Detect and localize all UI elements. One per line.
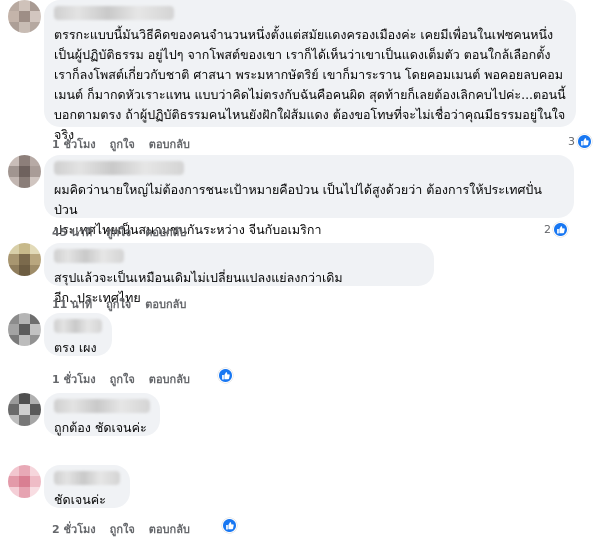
commenter-name[interactable] (54, 471, 120, 485)
comment-actions: 45 นาที ถูกใจ ตอบกลับ (52, 223, 186, 241)
comment-text: ถูกต้อง ชัดเจนค่ะ (54, 420, 147, 435)
like-thumb-icon (218, 368, 233, 383)
comment-bubble: ผมคิดว่านายใหญ่ไม่ต้องการชนะเป้าหมายคือป… (44, 155, 574, 237)
reply-button[interactable]: ตอบกลับ (145, 223, 186, 241)
comment-time[interactable]: 45 นาที (52, 223, 92, 241)
comment-actions: 1 ชั่วโมง ถูกใจ ตอบกลับ (52, 370, 190, 388)
reply-button[interactable]: ตอบกลับ (145, 295, 186, 313)
comment-actions: 1 ชั่วโมง ถูกใจ ตอบกลับ (52, 135, 190, 153)
comment-time[interactable]: 11 นาที (52, 295, 92, 313)
comment-text: ตรง เผง (54, 340, 97, 355)
comment-bubble: ชัดเจนค่ะ (44, 465, 130, 508)
comment-actions: 11 นาที ถูกใจ ตอบกลับ (52, 295, 186, 313)
avatar[interactable] (8, 155, 41, 188)
like-button[interactable]: ถูกใจ (110, 520, 135, 537)
comment-bubble: ถูกต้อง ชัดเจนค่ะ (44, 393, 160, 436)
like-button[interactable]: ถูกใจ (106, 223, 131, 241)
reply-button[interactable]: ตอบกลับ (149, 370, 190, 388)
like-thumb-icon (577, 134, 592, 149)
like-button[interactable]: ถูกใจ (106, 295, 131, 313)
comment-actions: 2 ชั่วโมง ถูกใจ ตอบกลับ (52, 520, 190, 537)
comment-text: ชัดเจนค่ะ (54, 492, 106, 507)
comment-bubble: ตรง เผง (44, 313, 112, 356)
reaction-count[interactable] (218, 368, 233, 383)
like-button[interactable]: ถูกใจ (110, 135, 135, 153)
avatar[interactable] (8, 0, 41, 33)
commenter-name[interactable] (54, 399, 150, 413)
reaction-count[interactable]: 3 (568, 134, 592, 149)
avatar[interactable] (8, 243, 41, 276)
avatar[interactable] (8, 393, 41, 426)
avatar[interactable] (8, 313, 41, 346)
reaction-count-label: 3 (568, 135, 575, 148)
reaction-count[interactable]: 2 (544, 222, 568, 237)
like-thumb-icon (222, 518, 237, 533)
commenter-name[interactable] (54, 6, 174, 20)
comment-time[interactable]: 1 ชั่วโมง (52, 370, 96, 388)
commenter-name[interactable] (54, 161, 184, 175)
reply-button[interactable]: ตอบกลับ (149, 135, 190, 153)
like-button[interactable]: ถูกใจ (110, 370, 135, 388)
comment-bubble: ตรรกะแบบนี้มันวิธีคิดของคนจำนวนหนึ่งตั้ง… (44, 0, 576, 142)
commenter-name[interactable] (54, 319, 102, 333)
comment-bubble: สรุปแล้วจะเป็นเหมือนเดิมไม่เปลี่ยนแปลงแย… (44, 243, 434, 305)
commenter-name[interactable] (54, 249, 124, 263)
reaction-count-label: 2 (544, 223, 551, 236)
reaction-count[interactable] (222, 518, 237, 533)
reply-button[interactable]: ตอบกลับ (149, 520, 190, 537)
comment-time[interactable]: 2 ชั่วโมง (52, 520, 96, 537)
like-thumb-icon (553, 222, 568, 237)
comment-time[interactable]: 1 ชั่วโมง (52, 135, 96, 153)
avatar[interactable] (8, 465, 41, 498)
comment-text: ตรรกะแบบนี้มันวิธีคิดของคนจำนวนหนึ่งตั้ง… (54, 27, 566, 142)
